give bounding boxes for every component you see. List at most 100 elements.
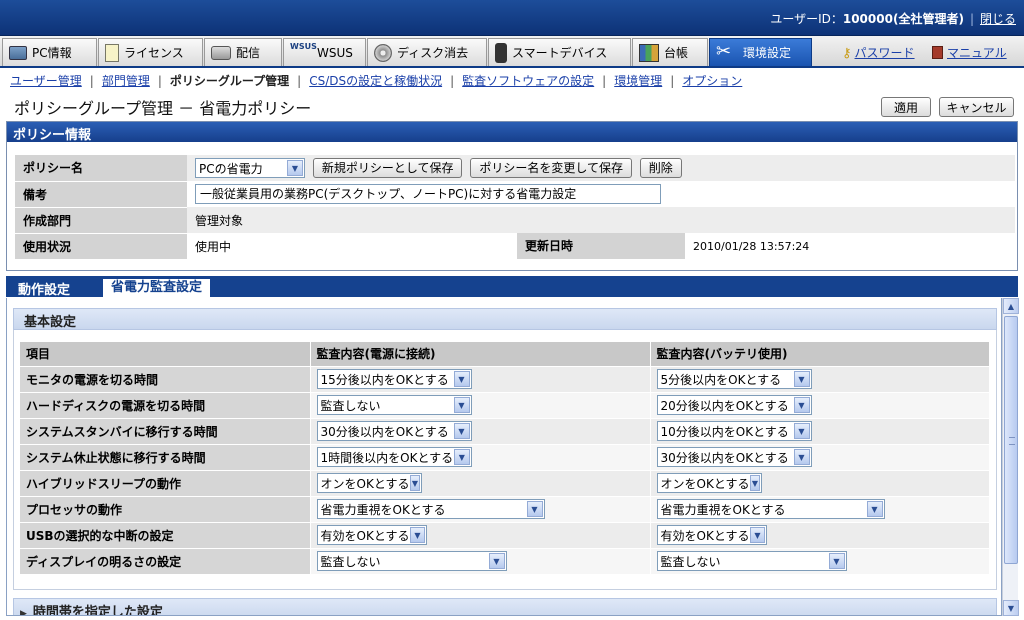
- save-as-new-button[interactable]: 新規ポリシーとして保存: [312, 158, 463, 178]
- dept-value: 管理対象: [187, 207, 1015, 233]
- battery-select[interactable]: 有効をOKとする ▼: [656, 525, 767, 545]
- chevron-down-icon: ▼: [793, 371, 810, 387]
- subnav-environment[interactable]: 環境管理: [614, 74, 662, 88]
- ac-select-value: 有効をOKとする: [320, 528, 410, 543]
- ac-select[interactable]: 有効をOKとする ▼: [316, 525, 427, 545]
- cancel-button[interactable]: キャンセル: [939, 97, 1014, 117]
- chevron-down-icon: ▼: [828, 553, 845, 570]
- table-row: プロセッサの動作 省電力重視をOKとする ▼ 省電力重視をOKとする ▼: [20, 495, 990, 522]
- pc-icon: [9, 45, 27, 60]
- tab-distribution[interactable]: 配信: [204, 38, 282, 66]
- tab-pc-info[interactable]: PC情報: [2, 38, 97, 66]
- wsus-icon: WSUS: [290, 41, 317, 51]
- policy-name-cell: PCの省電力 ▼ 新規ポリシーとして保存 ポリシー名を変更して保存 削除: [187, 155, 1015, 181]
- rename-save-button[interactable]: ポリシー名を変更して保存: [470, 158, 632, 178]
- tab-power-audit-settings[interactable]: 省電力監査設定: [102, 278, 212, 297]
- page-title: ポリシーグループ管理 － 省電力ポリシー: [14, 99, 312, 118]
- ac-select[interactable]: 1時間後以内をOKとする ▼: [316, 447, 472, 467]
- password-link[interactable]: パスワード: [855, 46, 915, 60]
- status-label: 使用状況: [15, 233, 187, 260]
- apply-button[interactable]: 適用: [881, 97, 931, 117]
- tab-environment[interactable]: ✂ 環境設定: [709, 38, 812, 66]
- policy-name-row: ポリシー名 PCの省電力 ▼ 新規ポリシーとして保存 ポリシー名を変更して保存 削…: [15, 155, 1015, 182]
- table-row: ハードディスクの電源を切る時間 監査しない ▼ 20分後以内をOKとする ▼: [20, 391, 990, 418]
- chevron-down-icon: ▼: [750, 475, 760, 491]
- main-tabs: PC情報 ライセンス 配信 WSUS WSUS ディスク消去 スマートデバイス 台…: [0, 36, 1024, 68]
- ac-cell: 1時間後以内をOKとする ▼: [310, 443, 651, 470]
- battery-select[interactable]: 20分後以内をOKとする ▼: [656, 395, 812, 415]
- setting-label: プロセッサの動作: [20, 495, 311, 522]
- timeslot-settings-header[interactable]: ▶ 時間帯を指定した設定: [13, 598, 997, 615]
- battery-select-value: 20分後以内をOKとする: [660, 398, 789, 413]
- tab-smart-device[interactable]: スマートデバイス: [488, 38, 631, 66]
- vertical-scrollbar[interactable]: ▲ ▼: [1002, 298, 1019, 616]
- tab-disk-erase[interactable]: ディスク消去: [367, 38, 487, 66]
- scroll-down-icon[interactable]: ▼: [1003, 600, 1019, 616]
- battery-cell: オンをOKとする ▼: [650, 469, 990, 496]
- updated-value: 2010/01/28 13:57:24: [693, 239, 810, 253]
- battery-select-value: 30分後以内をOKとする: [660, 450, 789, 465]
- ac-select[interactable]: 省電力重視をOKとする ▼: [316, 499, 545, 519]
- delete-button[interactable]: 削除: [639, 158, 682, 178]
- close-link[interactable]: 閉じる: [980, 12, 1016, 26]
- ac-select-value: 15分後以内をOKとする: [320, 372, 449, 387]
- battery-cell: 20分後以内をOKとする ▼: [650, 391, 990, 418]
- tab-wsus[interactable]: WSUS WSUS: [283, 38, 366, 66]
- basic-settings-body: 項目 監査内容(電源に接続) 監査内容(バッテリ使用) モニタの電源を切る時間 1…: [13, 330, 997, 590]
- ac-select-value: 監査しない: [320, 398, 381, 413]
- tab-label: PC情報: [32, 46, 72, 60]
- ac-select[interactable]: 監査しない ▼: [316, 395, 472, 415]
- user-info: ユーザーID：100000(全社管理者) | 閉じる: [770, 10, 1016, 27]
- disk-icon: [374, 43, 392, 62]
- remarks-label: 備考: [15, 181, 187, 208]
- policy-name-select[interactable]: PCの省電力 ▼: [195, 158, 305, 178]
- setting-label: モニタの電源を切る時間: [20, 365, 311, 392]
- battery-select[interactable]: オンをOKとする ▼: [656, 473, 762, 493]
- setting-label: ハイブリッドスリープの動作: [20, 469, 311, 496]
- battery-cell: 10分後以内をOKとする ▼: [650, 417, 990, 444]
- battery-select[interactable]: 10分後以内をOKとする ▼: [656, 421, 812, 441]
- chevron-down-icon: ▼: [454, 449, 470, 465]
- battery-select[interactable]: 5分後以内をOKとする ▼: [656, 369, 812, 389]
- tab-ledger[interactable]: 台帳: [632, 38, 708, 66]
- table-row: ディスプレイの明るさの設定 監査しない ▼ 監査しない ▼: [20, 547, 990, 574]
- subnav-user-management[interactable]: ユーザー管理: [10, 74, 82, 88]
- distribution-icon: [211, 45, 231, 60]
- ac-select[interactable]: 15分後以内をOKとする ▼: [316, 369, 472, 389]
- tab-operation-settings[interactable]: 動作設定: [18, 279, 70, 298]
- scroll-thumb[interactable]: [1004, 316, 1018, 564]
- separator: |: [670, 74, 675, 88]
- ac-select[interactable]: 30分後以内をOKとする ▼: [316, 421, 472, 441]
- table-row: システムスタンバイに移行する時間 30分後以内をOKとする ▼ 10分後以内をOKとす…: [20, 417, 990, 444]
- subnav-audit-software[interactable]: 監査ソフトウェアの設定: [462, 74, 594, 88]
- subnav-options[interactable]: オプション: [682, 74, 742, 88]
- separator: |: [157, 74, 162, 88]
- setting-label: システムスタンバイに移行する時間: [20, 417, 311, 444]
- sub-nav: ユーザー管理 | 部門管理 | ポリシーグループ管理 | CS/DSの設定と稼働状況 | 監査ソ…: [10, 72, 742, 89]
- subnav-department[interactable]: 部門管理: [102, 74, 150, 88]
- subnav-cs-ds[interactable]: CS/DSの設定と稼働状況: [309, 74, 442, 88]
- tab-license[interactable]: ライセンス: [98, 38, 203, 66]
- remarks-input[interactable]: 一般従業員用の業務PC(デスクトップ、ノートPC)に対する省電力設定: [195, 184, 661, 204]
- status-value: 使用中: [195, 239, 232, 254]
- ac-select[interactable]: 監査しない ▼: [316, 551, 507, 572]
- ledger-icon: [639, 43, 659, 62]
- ac-select-value: 省電力重視をOKとする: [320, 502, 446, 517]
- battery-select[interactable]: 省電力重視をOKとする ▼: [656, 499, 885, 519]
- battery-select[interactable]: 監査しない ▼: [656, 551, 847, 572]
- ac-cell: オンをOKとする ▼: [310, 469, 651, 496]
- chevron-down-icon: ▼: [453, 423, 470, 439]
- chevron-down-icon: ▼: [410, 475, 420, 491]
- ac-cell: 15分後以内をOKとする ▼: [310, 365, 651, 392]
- ac-select-value: オンをOKとする: [320, 476, 410, 491]
- chevron-down-icon: ▼: [793, 449, 810, 465]
- ac-select[interactable]: オンをOKとする ▼: [316, 473, 422, 493]
- manual-link[interactable]: マニュアル: [947, 46, 1007, 60]
- scroll-up-icon[interactable]: ▲: [1003, 298, 1019, 314]
- chevron-down-icon: ▼: [526, 501, 543, 517]
- setting-label: ハードディスクの電源を切る時間: [20, 391, 311, 418]
- updated-label: 更新日時: [517, 233, 685, 260]
- battery-select[interactable]: 30分後以内をOKとする ▼: [656, 447, 812, 467]
- ac-select-value: 1時間後以内をOKとする: [320, 450, 454, 465]
- manual-link-wrap: マニュアル: [932, 44, 1007, 61]
